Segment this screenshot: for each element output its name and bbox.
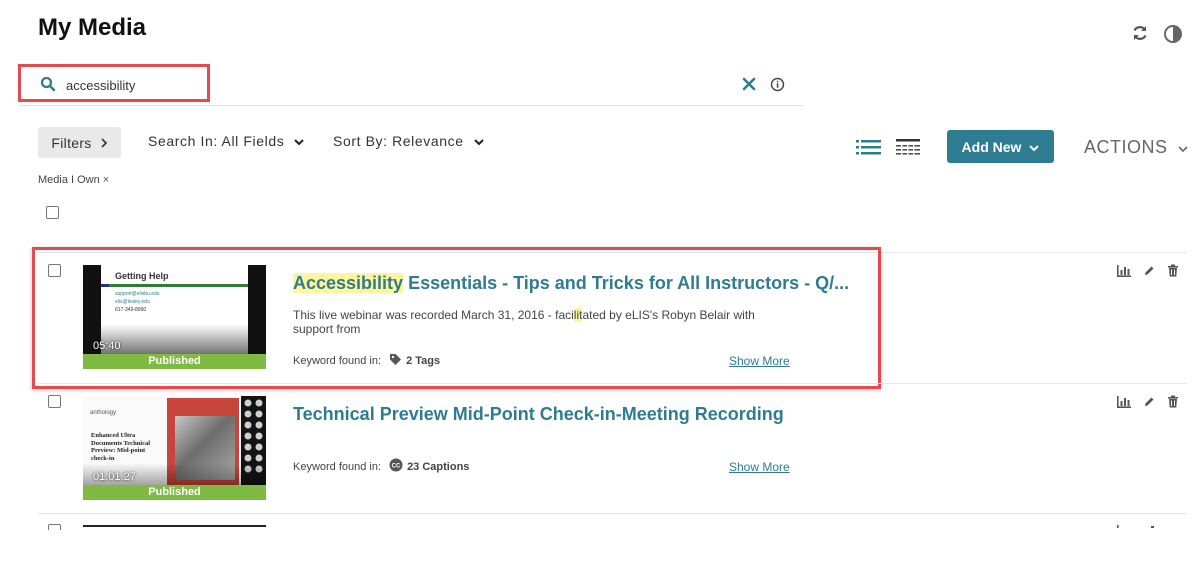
chevron-right-icon	[100, 135, 108, 151]
info-icon[interactable]	[770, 77, 785, 97]
add-new-button[interactable]: Add New	[947, 130, 1054, 163]
table-view-icon[interactable]	[896, 139, 922, 160]
entry-actions	[1117, 395, 1179, 413]
thumbnail-bar-left	[101, 284, 109, 287]
divider	[38, 383, 1187, 384]
thumbnail-contact-line: support@elisbu.edu	[115, 291, 160, 297]
thumbnail-bar	[109, 284, 248, 287]
search-icon	[40, 76, 56, 97]
actions-label: ACTIONS	[1084, 137, 1168, 157]
keyword-found: Keyword found in: 2 Tags	[293, 353, 440, 369]
chevron-down-icon	[294, 133, 305, 149]
keyword-found-label: Keyword found in:	[293, 460, 382, 473]
thumbnail-fade	[101, 324, 248, 354]
keyword-captions-link[interactable]: CC 23 Captions	[389, 458, 469, 475]
delete-icon[interactable]	[1167, 395, 1179, 413]
filters-label: Filters	[51, 134, 92, 151]
filter-chip-label: Media I Own	[38, 174, 100, 186]
entry-checkbox[interactable]	[48, 395, 61, 408]
entry-thumbnail[interactable]	[83, 525, 266, 527]
chevron-down-icon	[1029, 139, 1040, 155]
analytics-icon[interactable]	[1117, 395, 1131, 413]
title-keyword-highlight: Accessibility	[293, 273, 404, 293]
list-view-icon[interactable]	[856, 139, 882, 160]
entry-title[interactable]: Technical Preview Mid-Point Check-in-Mee…	[293, 404, 784, 425]
duration-label: 01:01:27	[93, 471, 136, 483]
thumbnail-slide: Getting Help support@elisbu.edu elis@les…	[101, 265, 248, 354]
thumbnail-brand: anthology	[90, 410, 117, 416]
search-bar	[18, 64, 804, 106]
keyword-tags-link[interactable]: 2 Tags	[389, 353, 440, 369]
thumbnail-contact-list: support@elisbu.edu elis@lesley.edu 617-3…	[115, 290, 160, 314]
delete-icon[interactable]	[1167, 264, 1179, 282]
edit-icon[interactable]	[1143, 524, 1155, 528]
chevron-down-icon	[473, 133, 484, 149]
analytics-icon[interactable]	[1117, 524, 1131, 528]
sort-by-dropdown[interactable]: Sort By: Relevance	[333, 133, 484, 149]
title-rest: Essentials - Tips and Tricks for All Ins…	[403, 273, 850, 293]
filters-button[interactable]: Filters	[38, 127, 121, 158]
remove-filter-icon[interactable]: ×	[103, 174, 109, 186]
keyword-found: Keyword found in: CC 23 Captions	[293, 458, 469, 475]
search-in-label: Search In: All Fields	[148, 133, 285, 149]
entry-checkbox[interactable]	[48, 264, 61, 277]
thumbnail-contact-line: 617-349-8960	[115, 307, 147, 313]
contrast-icon[interactable]	[1163, 24, 1183, 44]
select-all-checkbox[interactable]	[46, 206, 59, 219]
divider	[38, 513, 1187, 514]
entry-checkbox[interactable]	[48, 524, 61, 530]
keyword-count: 2 Tags	[406, 355, 441, 367]
chevron-down-icon	[1177, 137, 1188, 158]
keyword-found-label: Keyword found in:	[293, 355, 382, 367]
top-icons	[1131, 24, 1183, 44]
duration-label: 05:40	[93, 340, 121, 352]
captions-icon: CC	[389, 458, 403, 475]
thumbnail-contact-line: elis@lesley.edu	[115, 299, 150, 305]
edit-icon[interactable]	[1143, 395, 1155, 413]
thumbnail-heading: Getting Help	[115, 271, 169, 281]
entry-actions	[1117, 264, 1179, 282]
status-badge: Published	[83, 354, 266, 369]
entry-thumbnail[interactable]: anthology Enhanced Ultra Documents Techn…	[83, 396, 266, 500]
sort-by-label: Sort By: Relevance	[333, 133, 464, 149]
keyword-count: 23 Captions	[407, 460, 470, 473]
entry-description: This live webinar was recorded March 31,…	[293, 308, 793, 336]
page-title: My Media	[38, 14, 147, 41]
clear-search-icon[interactable]	[742, 77, 756, 96]
actions-dropdown[interactable]: ACTIONS	[1084, 137, 1188, 158]
add-new-label: Add New	[961, 138, 1022, 155]
entry-title[interactable]: Accessibility Essentials - Tips and Tric…	[293, 273, 849, 294]
thumbnail-text: Enhanced Ultra Documents Technical Previ…	[91, 432, 151, 462]
active-filter-chip[interactable]: Media I Own ×	[38, 174, 109, 186]
show-more-link[interactable]: Show More	[729, 460, 790, 474]
edit-icon[interactable]	[1143, 264, 1155, 282]
entry-thumbnail[interactable]: Getting Help support@elisbu.edu elis@les…	[83, 265, 266, 369]
show-more-link[interactable]: Show More	[729, 354, 790, 368]
refresh-icon[interactable]	[1131, 24, 1149, 44]
tag-icon	[389, 353, 402, 369]
description-text: This live webinar was recorded March 31,…	[293, 308, 574, 322]
status-badge: Published	[83, 485, 266, 500]
search-in-dropdown[interactable]: Search In: All Fields	[148, 133, 305, 149]
entry-actions	[1117, 524, 1177, 528]
svg-text:CC: CC	[392, 464, 401, 470]
analytics-icon[interactable]	[1117, 264, 1131, 282]
search-input[interactable]	[66, 74, 666, 96]
